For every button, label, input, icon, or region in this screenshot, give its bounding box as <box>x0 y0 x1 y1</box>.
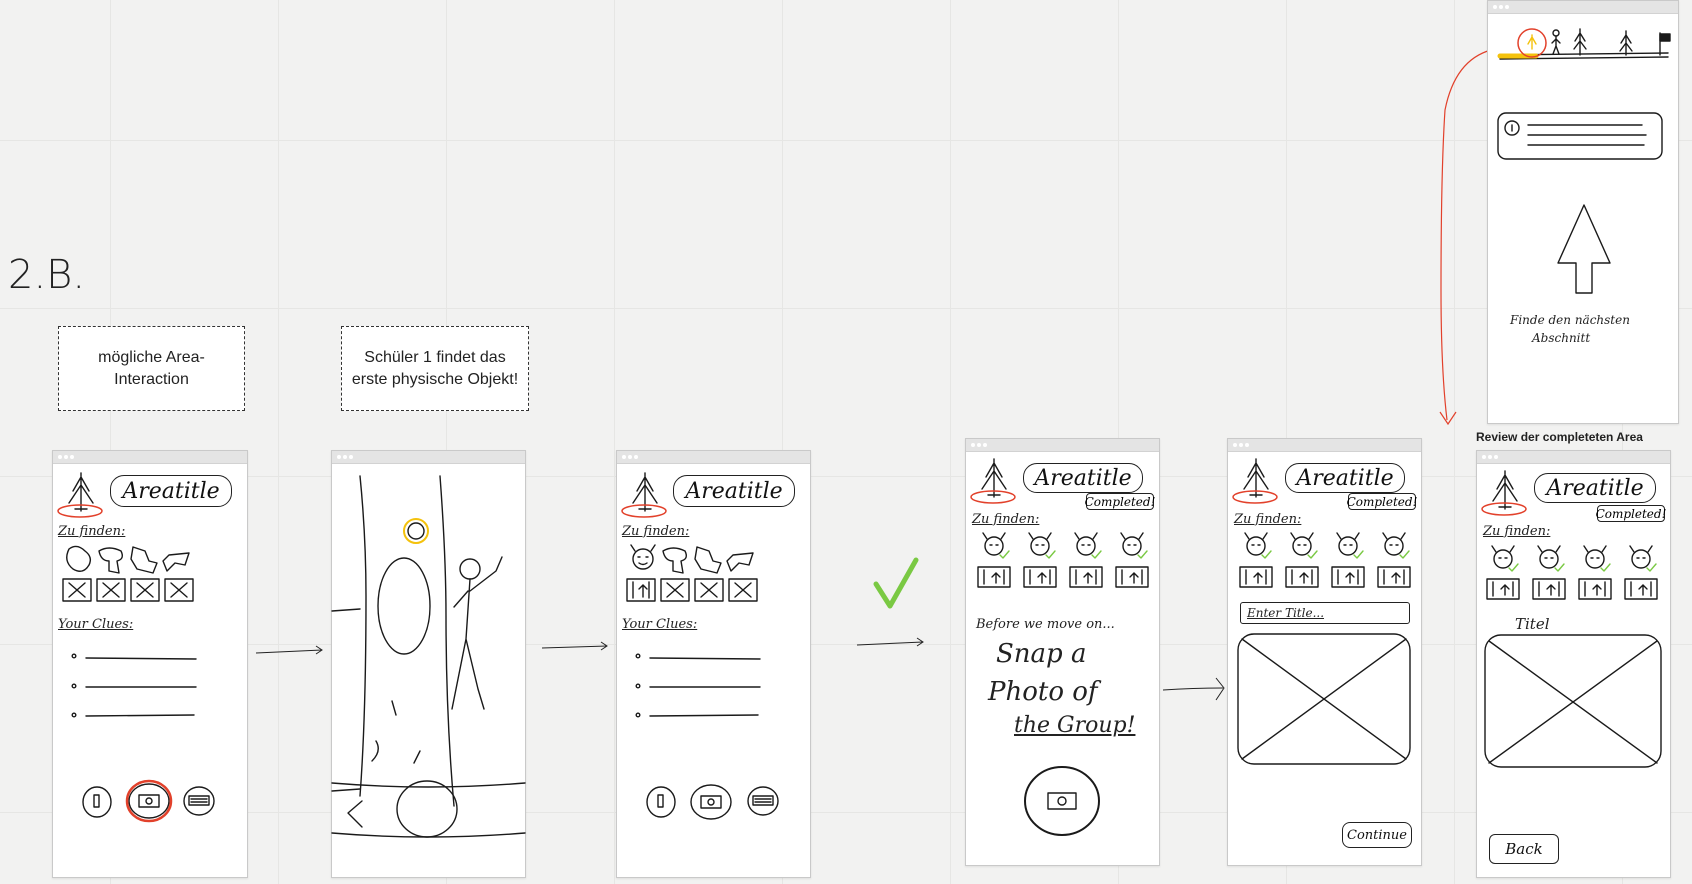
flow-arrows <box>255 49 1492 701</box>
arrow-up-icon <box>1557 204 1611 294</box>
finde-text-1: Finde den nächsten <box>1510 313 1630 327</box>
photo-placeholder <box>1237 633 1411 765</box>
finde-text-2: Abschnitt <box>1532 331 1591 345</box>
wireframe-navigation: Finde den nächsten Abschnitt <box>1487 0 1679 424</box>
continue-button[interactable]: Continue <box>1342 822 1412 848</box>
group-photo-placeholder <box>1484 634 1662 768</box>
review-caption: Review der completeten Area <box>1476 430 1643 444</box>
wireframe-enter-title: Areatitle Completed! Zu finden: Enter Ti… <box>1227 438 1422 866</box>
wireframe-review-area: Areatitle Completed! Zu finden: Titel Ba… <box>1476 450 1671 878</box>
back-button[interactable]: Back <box>1489 834 1559 864</box>
